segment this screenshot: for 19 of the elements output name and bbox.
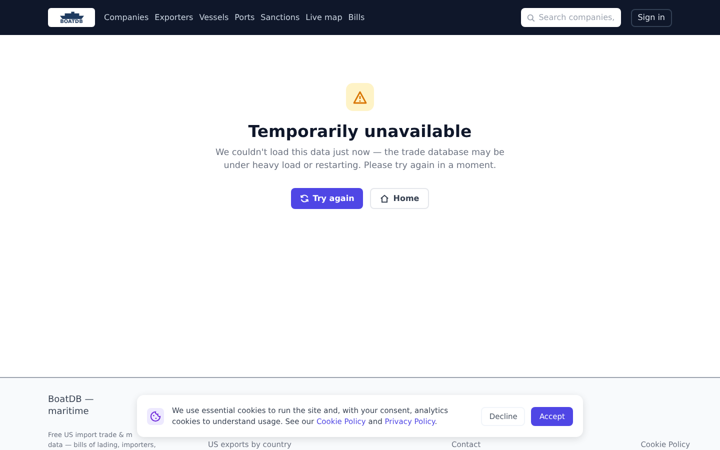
- warning-icon: [346, 83, 374, 111]
- sign-in-button[interactable]: Sign in: [630, 8, 672, 26]
- cookie-icon: [147, 408, 164, 424]
- nav-link[interactable]: Companies: [104, 13, 149, 22]
- try-again-button[interactable]: Try again: [290, 188, 364, 209]
- error-title: Temporarily unavailable: [248, 122, 472, 141]
- error-message: We couldn't load this data just now — the trade database may be under heavy load or restarting. Please try again in a moment.: [214, 147, 506, 172]
- home-icon: [380, 194, 390, 203]
- refresh-icon: [300, 194, 309, 203]
- home-button[interactable]: Home: [370, 188, 430, 209]
- search-field[interactable]: Search companies,: [520, 8, 621, 27]
- nav-link[interactable]: Vessels: [199, 13, 229, 22]
- broken-logo-text: BoatDB — maritime: [48, 394, 95, 418]
- nav-link[interactable]: Sanctions: [260, 13, 300, 22]
- nav-link[interactable]: Ports: [234, 13, 255, 22]
- nav-link[interactable]: Live map: [306, 13, 342, 22]
- nav-link[interactable]: Exporters: [154, 13, 194, 22]
- nav-link[interactable]: Bills: [348, 13, 365, 22]
- search-icon: [526, 12, 535, 22]
